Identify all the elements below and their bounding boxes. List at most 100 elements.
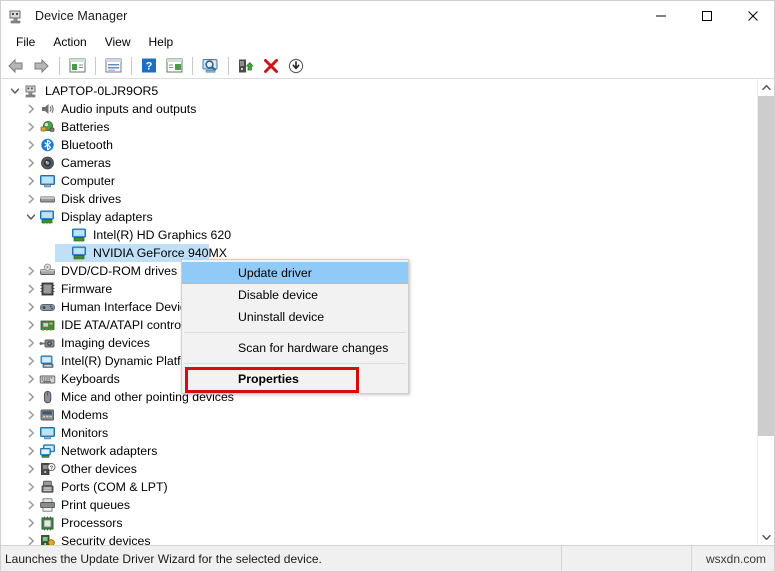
tree-item[interactable]: Network adapters <box>1 442 749 460</box>
forward-icon[interactable] <box>29 54 53 77</box>
tree-item-label: Modems <box>61 408 109 422</box>
chevron-right-icon[interactable] <box>23 370 39 388</box>
update-driver-icon[interactable] <box>234 54 258 77</box>
toolbar-separator <box>59 56 60 75</box>
help-icon[interactable]: ? <box>137 54 161 77</box>
chevron-placeholder <box>55 244 71 262</box>
chevron-right-icon[interactable] <box>23 316 39 334</box>
chevron-right-icon[interactable] <box>23 460 39 478</box>
speaker-icon <box>39 101 56 117</box>
menu-item-icon-gutter <box>182 368 210 390</box>
chevron-down-icon[interactable] <box>23 208 39 226</box>
context-menu-item-label: Update driver <box>238 266 312 280</box>
tree-item[interactable]: ? Other devices <box>1 460 749 478</box>
chevron-down-icon[interactable] <box>7 82 23 100</box>
imaging-device-icon <box>39 335 56 351</box>
chevron-right-icon[interactable] <box>23 136 39 154</box>
chevron-right-icon[interactable] <box>23 280 39 298</box>
menu-item-icon-gutter <box>182 262 210 284</box>
scroll-down-icon[interactable] <box>758 529 774 546</box>
display-adapter-icon <box>71 227 88 243</box>
monitor-icon <box>39 425 56 441</box>
chevron-right-icon[interactable] <box>23 172 39 190</box>
show-hide-console-tree-icon[interactable] <box>65 54 89 77</box>
keyboard-icon <box>39 371 56 387</box>
context-menu-item[interactable]: Disable device <box>182 284 408 306</box>
chevron-right-icon[interactable] <box>23 100 39 118</box>
context-menu-separator <box>184 363 406 364</box>
chevron-right-icon[interactable] <box>23 388 39 406</box>
tree-item[interactable]: Cameras <box>1 154 749 172</box>
tree-item[interactable]: Intel(R) HD Graphics 620 <box>1 226 749 244</box>
tree-item[interactable]: Processors <box>1 514 749 532</box>
menu-file[interactable]: File <box>7 33 44 51</box>
tree-item[interactable]: Ports (COM & LPT) <box>1 478 749 496</box>
tree-item[interactable]: Computer <box>1 172 749 190</box>
toolbar-separator <box>228 56 229 75</box>
intel-platform-icon <box>39 353 56 369</box>
chevron-right-icon[interactable] <box>23 154 39 172</box>
tree-item[interactable]: Bluetooth <box>1 136 749 154</box>
chevron-right-icon[interactable] <box>23 424 39 442</box>
hid-icon <box>39 299 56 315</box>
tree-item[interactable]: Audio inputs and outputs <box>1 100 749 118</box>
tree-item[interactable]: Monitors <box>1 424 749 442</box>
scroll-up-icon[interactable] <box>758 79 774 96</box>
chevron-right-icon[interactable] <box>23 514 39 532</box>
tree-item[interactable]: Security devices <box>1 532 749 546</box>
uninstall-device-icon[interactable] <box>284 54 308 77</box>
context-menu-item[interactable]: Update driver <box>182 262 408 284</box>
dvd-drive-icon <box>39 263 56 279</box>
chevron-right-icon[interactable] <box>23 406 39 424</box>
chevron-right-icon[interactable] <box>23 262 39 280</box>
context-menu-item[interactable]: Scan for hardware changes <box>182 337 408 359</box>
tree-item[interactable]: Display adapters <box>1 208 749 226</box>
window-title: Device Manager <box>35 9 128 23</box>
chevron-right-icon[interactable] <box>23 190 39 208</box>
chevron-placeholder <box>55 226 71 244</box>
tree-item[interactable]: Disk drives <box>1 190 749 208</box>
chevron-right-icon[interactable] <box>23 496 39 514</box>
chevron-right-icon[interactable] <box>23 478 39 496</box>
watermark: wsxdn.com <box>691 545 774 571</box>
device-manager-icon <box>8 7 26 25</box>
menu-item-icon-gutter <box>182 284 210 306</box>
scrollbar-thumb[interactable] <box>758 96 774 436</box>
tree-root-label: LAPTOP-0LJR9OR5 <box>45 84 159 98</box>
context-menu-item[interactable]: Uninstall device <box>182 306 408 328</box>
menu-help[interactable]: Help <box>140 33 183 51</box>
minimize-icon[interactable] <box>638 1 684 31</box>
back-icon[interactable] <box>4 54 28 77</box>
tree-item[interactable]: Print queues <box>1 496 749 514</box>
chevron-right-icon[interactable] <box>23 118 39 136</box>
title-bar: Device Manager <box>1 1 774 31</box>
context-menu-item-label: Disable device <box>238 288 318 302</box>
menu-view[interactable]: View <box>96 33 140 51</box>
vertical-scrollbar[interactable] <box>757 79 774 546</box>
properties-icon[interactable] <box>101 54 125 77</box>
tree-item-label: Batteries <box>61 120 110 134</box>
context-menu-item[interactable]: Properties <box>182 368 408 390</box>
device-context-menu[interactable]: Update driver Disable device Uninstall dev… <box>181 259 409 394</box>
tree-item-label: Ports (COM & LPT) <box>61 480 168 494</box>
chevron-right-icon[interactable] <box>23 334 39 352</box>
menu-item-icon-gutter <box>182 337 210 359</box>
tree-item-label: NVIDIA GeForce 940MX <box>93 246 227 260</box>
chevron-right-icon[interactable] <box>23 442 39 460</box>
chevron-right-icon[interactable] <box>23 298 39 316</box>
tree-item-label: Network adapters <box>61 444 158 458</box>
tree-item[interactable]: Batteries <box>1 118 749 136</box>
chevron-right-icon[interactable] <box>23 352 39 370</box>
chevron-right-icon[interactable] <box>23 532 39 546</box>
scrollbar-track[interactable] <box>758 96 774 529</box>
close-icon[interactable] <box>730 1 774 31</box>
tree-item-label: Monitors <box>61 426 109 440</box>
tree-item-label: Other devices <box>61 462 137 476</box>
show-hide-action-pane-icon[interactable] <box>162 54 186 77</box>
maximize-icon[interactable] <box>684 1 730 31</box>
tree-root-node[interactable]: LAPTOP-0LJR9OR5 <box>1 82 749 100</box>
tree-item[interactable]: Modems <box>1 406 749 424</box>
scan-for-hardware-changes-icon[interactable] <box>198 54 222 77</box>
menu-action[interactable]: Action <box>44 33 95 51</box>
disable-device-icon[interactable] <box>259 54 283 77</box>
